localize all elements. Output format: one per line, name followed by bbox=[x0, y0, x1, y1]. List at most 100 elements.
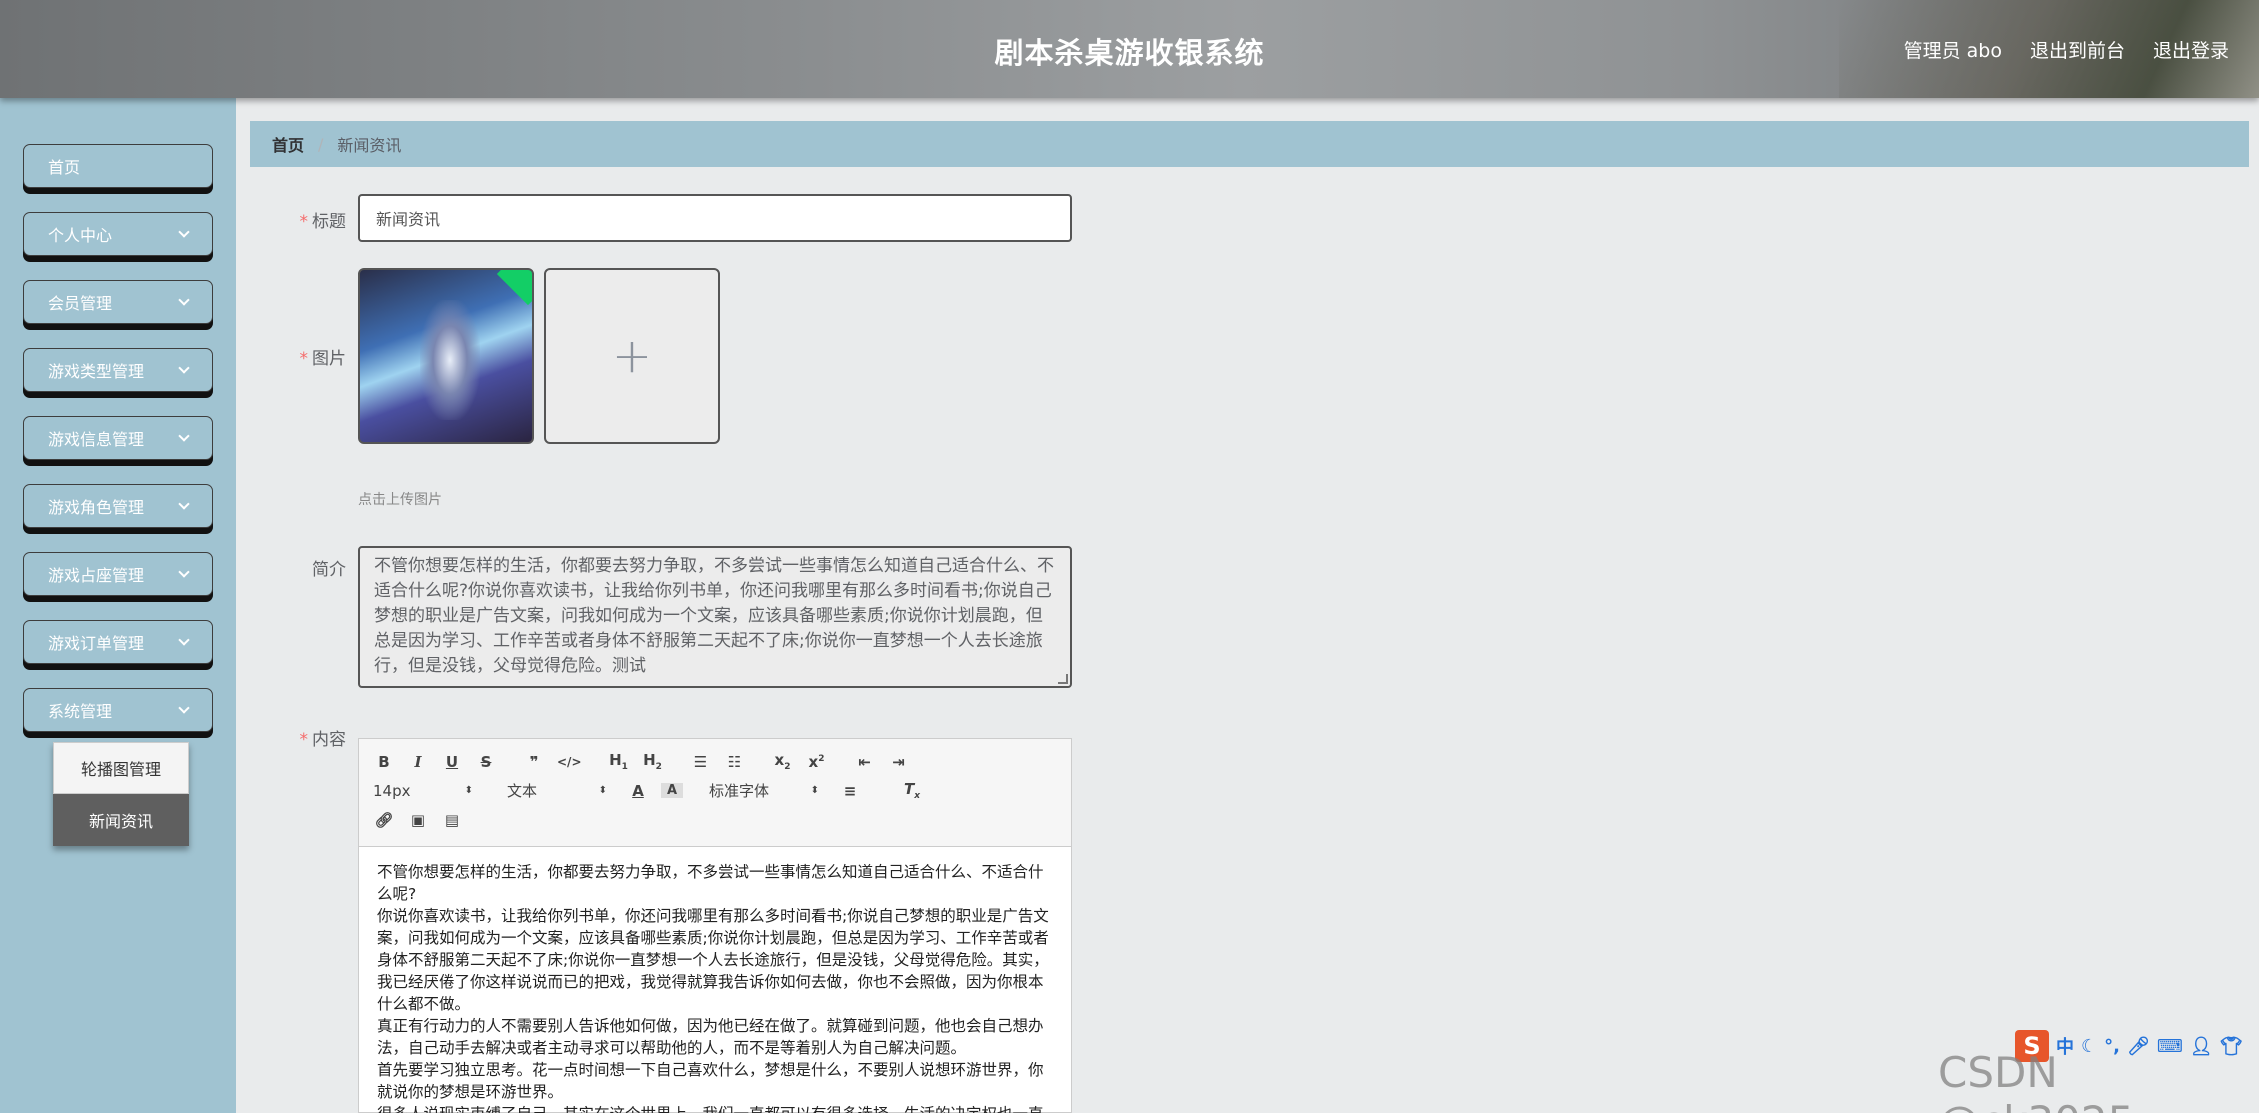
toolbar-row: 14px ⬍ 文本 ⬍ A A 标准字体 ⬍ ≡ Tx bbox=[373, 776, 1057, 805]
superscript-icon[interactable]: x2 bbox=[806, 753, 828, 771]
uploaded-image-thumbnail[interactable] bbox=[358, 268, 534, 444]
breadcrumb: 首页 / 新闻资讯 bbox=[250, 121, 2249, 167]
bold-icon[interactable]: B bbox=[373, 753, 395, 771]
italic-icon[interactable]: I bbox=[407, 753, 429, 771]
required-mark: * bbox=[299, 349, 309, 369]
block-type-value: 文本 bbox=[507, 782, 538, 800]
sidebar-item-label: 游戏占座管理 bbox=[48, 566, 145, 585]
sidebar-item-member[interactable]: 会员管理 bbox=[23, 280, 213, 324]
content-paragraph: 真正有行动力的人不需要别人告诉他如何做，因为他已经在做了。就算碰到问题，他也会自… bbox=[377, 1017, 1044, 1057]
resize-handle-icon[interactable] bbox=[1058, 674, 1068, 684]
intro-textarea[interactable]: 不管你想要怎样的生活，你都要去努力争取，不多尝试一些事情怎么知道自己适合什么、不… bbox=[358, 546, 1072, 688]
toolbar-row: B I U S ❞ </> H1 H2 ☰ ☷ x2 x2 ⇤ ⇥ bbox=[373, 747, 1057, 776]
chevron-down-icon bbox=[178, 498, 190, 510]
sidebar-item-home[interactable]: 首页 bbox=[23, 144, 213, 188]
block-type-select[interactable]: 文本 ⬍ bbox=[507, 780, 607, 801]
strikethrough-icon[interactable]: S bbox=[475, 753, 497, 771]
chevron-down-icon bbox=[178, 566, 190, 578]
submenu-item-carousel[interactable]: 轮播图管理 bbox=[53, 742, 189, 794]
content-label: * 内容 bbox=[246, 725, 347, 750]
sidebar-item-label: 游戏信息管理 bbox=[48, 430, 145, 449]
sidebar-item-game-type[interactable]: 游戏类型管理 bbox=[23, 348, 213, 392]
select-arrows-icon: ⬍ bbox=[464, 785, 473, 796]
image-label: * 图片 bbox=[246, 344, 347, 369]
sidebar-item-label: 个人中心 bbox=[48, 226, 113, 245]
blockquote-icon[interactable]: ❞ bbox=[523, 753, 545, 771]
submenu-item-news[interactable]: 新闻资讯 bbox=[53, 794, 189, 846]
heading-1-icon[interactable]: H1 bbox=[608, 751, 630, 772]
intro-text: 不管你想要怎样的生活，你都要去努力争取，不多尝试一些事情怎么知道自己适合什么、不… bbox=[374, 556, 1054, 676]
indent-icon[interactable]: ⇥ bbox=[888, 753, 910, 771]
link-icon[interactable]: 🔗︎ bbox=[373, 811, 395, 829]
chevron-down-icon bbox=[178, 362, 190, 374]
image-upload-button[interactable]: + bbox=[544, 268, 720, 444]
chevron-down-icon bbox=[178, 634, 190, 646]
font-family-select[interactable]: 标准字体 ⬍ bbox=[709, 780, 819, 801]
video-icon[interactable]: ▤ bbox=[441, 811, 463, 829]
select-arrows-icon: ⬍ bbox=[598, 785, 607, 796]
watermark: CSDN @ck3025 bbox=[1938, 1048, 2134, 1113]
toolbar-row: 🔗︎ ▣ ▤ bbox=[373, 805, 1057, 834]
title-input[interactable]: 新闻资讯 bbox=[358, 194, 1072, 242]
font-size-value: 14px bbox=[373, 781, 411, 800]
logout-link[interactable]: 退出登录 bbox=[2153, 36, 2229, 63]
content-paragraph: 很多人说现实束缚了自己，其实在这个世界上，我们一直都可以有很多选择，生活的决定权… bbox=[377, 1103, 1053, 1113]
content-label-text: 内容 bbox=[312, 730, 346, 750]
image-icon[interactable]: ▣ bbox=[407, 811, 429, 829]
current-user: 管理员 abo bbox=[1903, 40, 2002, 62]
intro-label: 简介 bbox=[246, 555, 346, 580]
top-header: 剧本杀桌游收银系统 管理员 abo 退出到前台 退出登录 bbox=[0, 0, 2259, 98]
sidebar-item-label: 首页 bbox=[48, 158, 81, 177]
required-mark: * bbox=[299, 212, 309, 232]
ordered-list-icon[interactable]: ☰ bbox=[690, 753, 712, 771]
exit-to-front-link[interactable]: 退出到前台 bbox=[2030, 36, 2125, 63]
content-paragraph: 不管你想要怎样的生活，你都要去努力争取，不多尝试一些事情怎么知道自己适合什么、不… bbox=[377, 863, 1044, 903]
sidebar-item-label: 会员管理 bbox=[48, 294, 113, 313]
image-label-text: 图片 bbox=[312, 349, 346, 369]
select-arrows-icon: ⬍ bbox=[810, 785, 819, 796]
chevron-down-icon bbox=[178, 430, 190, 442]
breadcrumb-current: 新闻资讯 bbox=[337, 136, 402, 155]
rich-text-editor: B I U S ❞ </> H1 H2 ☰ ☷ x2 x2 ⇤ ⇥ 14px ⬍ bbox=[358, 738, 1072, 1113]
sidebar-item-label: 游戏订单管理 bbox=[48, 634, 145, 653]
header-nav: 管理员 abo 退出到前台 退出登录 bbox=[1904, 36, 2229, 63]
font-family-value: 标准字体 bbox=[709, 782, 770, 800]
thumbnail-figure bbox=[420, 300, 480, 420]
sidebar-item-game-info[interactable]: 游戏信息管理 bbox=[23, 416, 213, 460]
sidebar-item-label: 系统管理 bbox=[48, 702, 113, 721]
code-block-icon[interactable]: </> bbox=[557, 755, 582, 769]
outdent-icon[interactable]: ⇤ bbox=[854, 753, 876, 771]
font-size-select[interactable]: 14px ⬍ bbox=[373, 782, 473, 800]
heading-2-icon[interactable]: H2 bbox=[642, 751, 664, 772]
chevron-down-icon bbox=[178, 226, 190, 238]
intro-label-text: 简介 bbox=[312, 560, 346, 580]
chevron-down-icon bbox=[178, 294, 190, 306]
subscript-icon[interactable]: x2 bbox=[772, 751, 794, 772]
content-paragraph: 首先要学习独立思考。花一点时间想一下自己喜欢什么，梦想是什么，不要别人说想环游世… bbox=[377, 1061, 1044, 1101]
sidebar-item-personal-center[interactable]: 个人中心 bbox=[23, 212, 213, 256]
required-mark: * bbox=[299, 730, 309, 750]
underline-icon[interactable]: U bbox=[441, 753, 463, 771]
content-paragraph: 你说你喜欢读书，让我给你列书单，你还问我哪里有那么多时间看书;你说自己梦想的职业… bbox=[377, 907, 1049, 1013]
editor-toolbar: B I U S ❞ </> H1 H2 ☰ ☷ x2 x2 ⇤ ⇥ 14px ⬍ bbox=[359, 739, 1071, 847]
sidebar-item-label: 游戏类型管理 bbox=[48, 362, 145, 381]
background-color-icon[interactable]: A bbox=[661, 783, 683, 798]
breadcrumb-home[interactable]: 首页 bbox=[272, 132, 304, 156]
font-color-icon[interactable]: A bbox=[627, 782, 649, 800]
align-icon[interactable]: ≡ bbox=[839, 782, 861, 800]
title-label-text: 标题 bbox=[312, 212, 346, 232]
sidebar: 首页 个人中心 会员管理 游戏类型管理 游戏信息管理 游戏角色管理 游戏占座管理… bbox=[0, 98, 236, 1113]
sidebar-item-label: 游戏角色管理 bbox=[48, 498, 145, 517]
sidebar-item-game-order[interactable]: 游戏订单管理 bbox=[23, 620, 213, 664]
bullet-list-icon[interactable]: ☷ bbox=[724, 753, 746, 771]
system-submenu: 轮播图管理 新闻资讯 bbox=[53, 742, 189, 846]
sidebar-item-system[interactable]: 系统管理 bbox=[23, 688, 213, 732]
sidebar-item-game-seat[interactable]: 游戏占座管理 bbox=[23, 552, 213, 596]
title-label: * 标题 bbox=[246, 207, 347, 232]
plus-icon: + bbox=[611, 328, 653, 384]
upload-hint: 点击上传图片 bbox=[358, 492, 442, 508]
sidebar-item-game-role[interactable]: 游戏角色管理 bbox=[23, 484, 213, 528]
editor-content[interactable]: 不管你想要怎样的生活，你都要去努力争取，不多尝试一些事情怎么知道自己适合什么、不… bbox=[359, 847, 1071, 1113]
clear-format-icon[interactable]: Tx bbox=[901, 780, 923, 801]
chevron-down-icon bbox=[178, 702, 190, 714]
